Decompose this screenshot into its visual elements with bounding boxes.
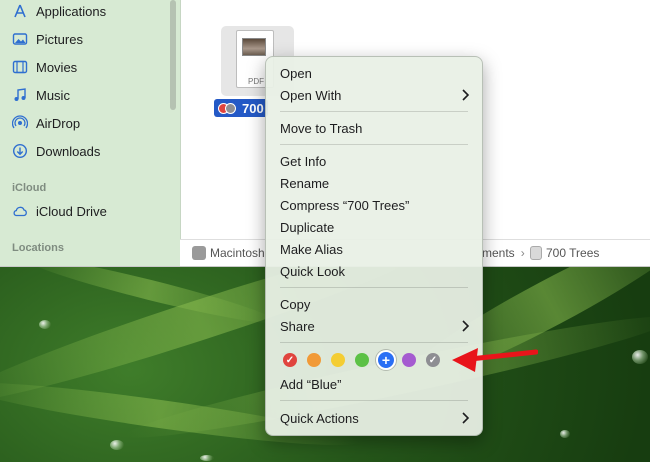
- menu-item-duplicate[interactable]: Duplicate: [280, 217, 470, 237]
- tag-purple-button[interactable]: [402, 353, 416, 367]
- sidebar-item-label: Movies: [36, 59, 78, 75]
- menu-item-open[interactable]: Open: [280, 63, 470, 83]
- menu-item-get-info[interactable]: Get Info: [280, 151, 470, 171]
- disk-icon: [192, 246, 206, 260]
- tag-green-button[interactable]: [355, 353, 369, 367]
- pdf-preview-thumbnail: [242, 38, 266, 56]
- path-segment-file[interactable]: 700 Trees: [530, 246, 599, 260]
- sidebar-item-label: iCloud Drive: [36, 203, 107, 219]
- menu-separator: [280, 400, 468, 401]
- music-icon: [12, 87, 28, 103]
- sidebar-item-label: Applications: [36, 3, 107, 19]
- menu-separator: [280, 287, 468, 288]
- file-name-text: 700: [242, 100, 264, 116]
- sidebar-scrollbar[interactable]: [170, 0, 176, 110]
- menu-item-open-with[interactable]: Open With: [280, 85, 470, 105]
- sidebar-section-icloud: iCloud: [12, 182, 47, 194]
- sidebar-item-applications[interactable]: Applications: [12, 0, 106, 22]
- chevron-right-icon: [462, 89, 470, 101]
- sidebar-item-music[interactable]: Music: [12, 84, 70, 106]
- sidebar-item-label: Downloads: [36, 143, 101, 159]
- tag-yellow-button[interactable]: [331, 353, 345, 367]
- sidebar-item-label: Music: [36, 87, 70, 103]
- menu-item-quick-look[interactable]: Quick Look: [280, 261, 470, 281]
- path-separator-icon: ›: [520, 246, 525, 260]
- sidebar-item-pictures[interactable]: Pictures: [12, 28, 83, 50]
- cloud-icon: [12, 203, 28, 219]
- tag-blue-button[interactable]: +: [376, 350, 396, 370]
- finder-sidebar: Applications Pictures Movies Music AirDr…: [0, 0, 181, 266]
- pdf-type-label: PDF: [248, 77, 264, 86]
- path-segment-label: ments: [482, 246, 515, 260]
- sidebar-section-locations: Locations: [12, 242, 64, 254]
- airdrop-icon: [12, 115, 28, 131]
- menu-item-copy[interactable]: Copy: [280, 294, 470, 314]
- menu-item-quick-actions[interactable]: Quick Actions: [280, 408, 470, 428]
- chevron-right-icon: [462, 412, 470, 424]
- tag-orange-button[interactable]: [307, 353, 321, 367]
- pdf-small-icon: [530, 246, 542, 260]
- sidebar-item-airdrop[interactable]: AirDrop: [12, 112, 80, 134]
- tag-red-button[interactable]: ✓: [283, 353, 297, 367]
- menu-item-make-alias[interactable]: Make Alias: [280, 239, 470, 259]
- menu-item-add-tag[interactable]: Add “Blue”: [280, 374, 470, 394]
- sidebar-item-movies[interactable]: Movies: [12, 56, 77, 78]
- menu-item-rename[interactable]: Rename: [280, 173, 470, 193]
- menu-item-move-to-trash[interactable]: Move to Trash: [280, 118, 470, 138]
- path-segment-label: 700 Trees: [546, 246, 600, 260]
- path-segment-label: Macintosh: [210, 246, 265, 260]
- downloads-icon: [12, 143, 28, 159]
- chevron-right-icon: [462, 320, 470, 332]
- path-segment-disk[interactable]: Macintosh: [192, 246, 265, 260]
- sidebar-item-label: Pictures: [36, 31, 83, 47]
- menu-separator: [280, 342, 468, 343]
- file-name-label[interactable]: 700: [214, 99, 268, 117]
- tag-gray-button[interactable]: ✓: [426, 353, 440, 367]
- sidebar-item-label: AirDrop: [36, 115, 81, 131]
- path-segment-documents[interactable]: ments ›: [482, 246, 525, 260]
- menu-item-share[interactable]: Share: [280, 316, 470, 336]
- context-menu: Open Open With Move to Trash Get Info Re…: [265, 56, 483, 436]
- tag-color-picker: ✓ + ✓: [283, 350, 450, 370]
- file-tags-icon: [218, 102, 236, 114]
- applications-icon: [12, 3, 28, 19]
- menu-separator: [280, 144, 468, 145]
- red-arrow-annotation-icon: [452, 348, 538, 372]
- sidebar-item-icloud-drive[interactable]: iCloud Drive: [12, 200, 107, 222]
- sidebar-item-downloads[interactable]: Downloads: [12, 140, 100, 162]
- menu-separator: [280, 111, 468, 112]
- menu-item-compress[interactable]: Compress “700 Trees”: [280, 195, 470, 215]
- pictures-icon: [12, 31, 28, 47]
- movies-icon: [12, 59, 28, 75]
